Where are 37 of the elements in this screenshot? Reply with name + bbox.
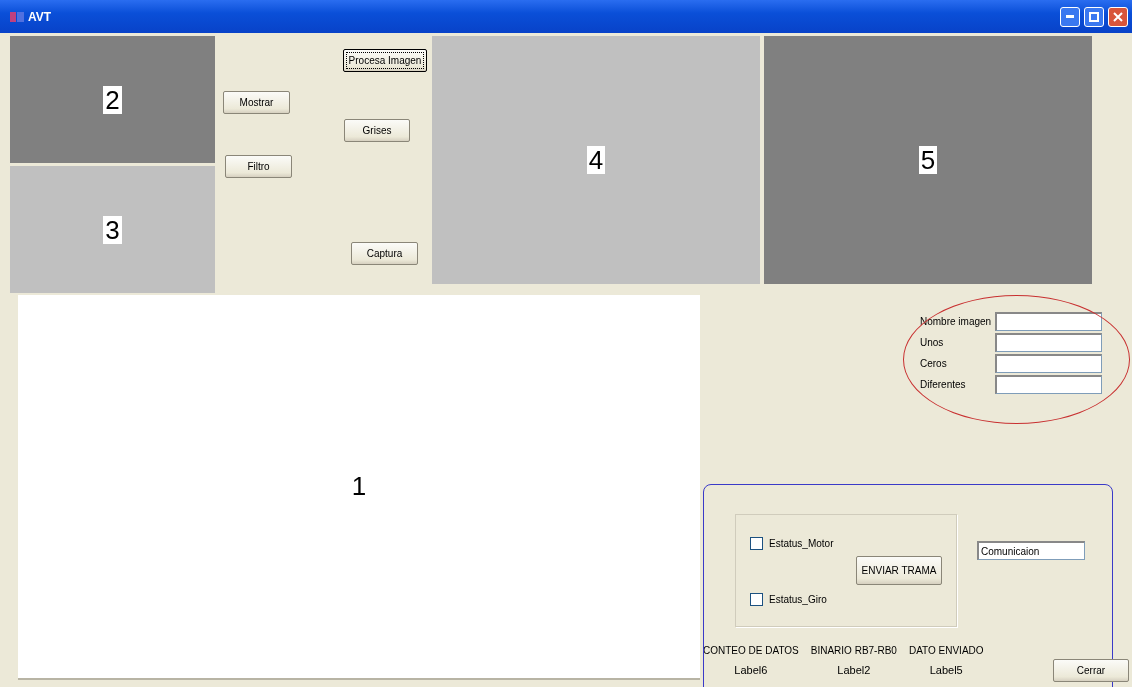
action-button[interactable]: Procesa Imagen	[343, 49, 427, 72]
input-field[interactable]	[995, 354, 1102, 373]
send-button[interactable]: ENVIAR TRAMA	[856, 556, 942, 585]
app-icon	[10, 10, 24, 23]
field-label: Unos	[920, 337, 945, 348]
close-form-button[interactable]: Cerrar	[1053, 659, 1129, 682]
status-field[interactable]: Comunicaion	[977, 541, 1085, 560]
panel-number: 3	[103, 215, 122, 244]
minimize-button[interactable]	[1060, 6, 1080, 27]
maximize-button[interactable]	[1084, 6, 1104, 27]
value-label: Label5	[929, 664, 963, 677]
close-button[interactable]	[1108, 6, 1128, 27]
minimize-icon	[1066, 15, 1074, 18]
maximize-icon	[1089, 11, 1099, 22]
field-label: Ceros	[920, 358, 948, 369]
checkbox[interactable]: Estatus_Giro	[750, 593, 850, 606]
input-field[interactable]	[995, 333, 1102, 352]
panel-number: 2	[103, 85, 122, 114]
window-title: AVT	[28, 9, 53, 24]
checkbox[interactable]: Estatus_Motor	[750, 537, 850, 550]
panel-number: 4	[586, 146, 606, 174]
field-label: Nombre imagen	[920, 316, 993, 327]
action-button[interactable]: Mostrar	[223, 91, 290, 114]
column-heading: DATO ENVIADO	[908, 645, 984, 656]
action-button[interactable]: Filtro	[225, 155, 292, 178]
panel-number: 5	[918, 146, 938, 174]
action-button[interactable]: Captura	[351, 242, 418, 265]
field-label: Diferentes	[920, 379, 967, 390]
column-heading: CONTEO DE DATOS	[703, 645, 799, 656]
input-field[interactable]	[995, 312, 1102, 331]
input-field[interactable]	[995, 375, 1102, 394]
column-heading: BINARIO RB7-RB0	[810, 645, 897, 656]
value-label: Label6	[734, 664, 768, 677]
panel-number: 1	[351, 471, 367, 502]
close-icon	[1113, 11, 1123, 22]
action-button[interactable]: Grises	[344, 119, 410, 142]
value-label: Label2	[837, 664, 871, 677]
